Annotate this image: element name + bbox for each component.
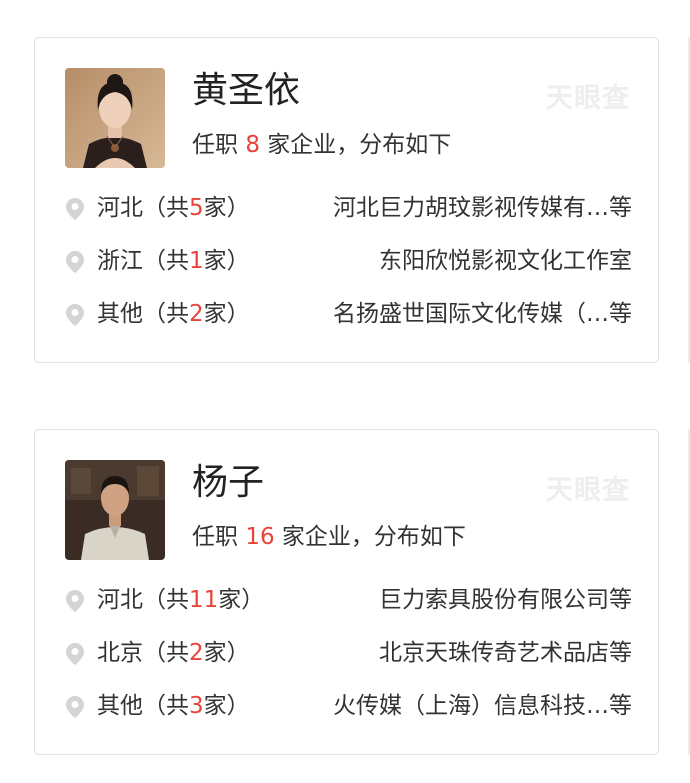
region-row-hebei[interactable]: 河北（共5家） 河北巨力胡玟影视传媒有…等	[61, 190, 632, 226]
region-count: 3	[189, 693, 204, 719]
region-row-other[interactable]: 其他（共3家） 火传媒（上海）信息科技…等	[61, 688, 632, 724]
person-card-1[interactable]: 黄圣依 任职 8 家企业，分布如下 天眼查 河北（共5家） 河北巨力胡玟影视传媒…	[34, 37, 659, 363]
map-pin-icon	[66, 643, 84, 665]
company-names[interactable]: 东阳欣悦影视文化工作室	[379, 243, 632, 279]
region-label: 北京（共2家）	[97, 640, 250, 666]
map-pin-icon	[66, 251, 84, 273]
company-names[interactable]: 火传媒（上海）信息科技…等	[333, 688, 632, 724]
region-label: 河北（共5家）	[97, 195, 250, 221]
region-count: 2	[189, 301, 204, 327]
company-names[interactable]: 北京天珠传奇艺术品店等	[379, 635, 632, 671]
region-count: 11	[189, 587, 219, 613]
employment-summary: 任职 16 家企业，分布如下	[192, 524, 466, 550]
map-pin-icon	[66, 696, 84, 718]
region-label: 河北（共11家）	[97, 587, 265, 613]
map-pin-icon	[66, 304, 84, 326]
company-count: 16	[245, 524, 275, 550]
map-pin-icon	[66, 590, 84, 612]
employment-summary: 任职 8 家企业，分布如下	[192, 132, 452, 158]
company-names[interactable]: 河北巨力胡玟影视传媒有…等	[333, 190, 632, 226]
region-count: 2	[189, 640, 204, 666]
region-label: 其他（共3家）	[97, 693, 250, 719]
tianyancha-watermark: 天眼查	[546, 83, 630, 114]
company-names[interactable]: 名扬盛世国际文化传媒（…等	[333, 296, 632, 332]
avatar[interactable]	[65, 68, 165, 168]
region-count: 5	[189, 195, 204, 221]
company-count: 8	[245, 132, 260, 158]
region-count: 1	[189, 248, 204, 274]
map-pin-icon	[66, 198, 84, 220]
region-row-zhejiang[interactable]: 浙江（共1家） 东阳欣悦影视文化工作室	[61, 243, 632, 279]
person-name[interactable]: 杨子	[192, 460, 264, 506]
region-row-hebei[interactable]: 河北（共11家） 巨力索具股份有限公司等	[61, 582, 632, 618]
avatar[interactable]	[65, 460, 165, 560]
region-row-other[interactable]: 其他（共2家） 名扬盛世国际文化传媒（…等	[61, 296, 632, 332]
person-photo-1	[65, 68, 165, 168]
person-name[interactable]: 黄圣依	[192, 68, 300, 114]
region-label: 其他（共2家）	[97, 301, 250, 327]
person-photo-2	[65, 460, 165, 560]
region-row-beijing[interactable]: 北京（共2家） 北京天珠传奇艺术品店等	[61, 635, 632, 671]
company-names[interactable]: 巨力索具股份有限公司等	[379, 582, 632, 618]
tianyancha-watermark: 天眼查	[546, 475, 630, 506]
region-label: 浙江（共1家）	[97, 248, 250, 274]
person-card-2[interactable]: 杨子 任职 16 家企业，分布如下 天眼查 河北（共11家） 巨力索具股份有限公…	[34, 429, 659, 755]
